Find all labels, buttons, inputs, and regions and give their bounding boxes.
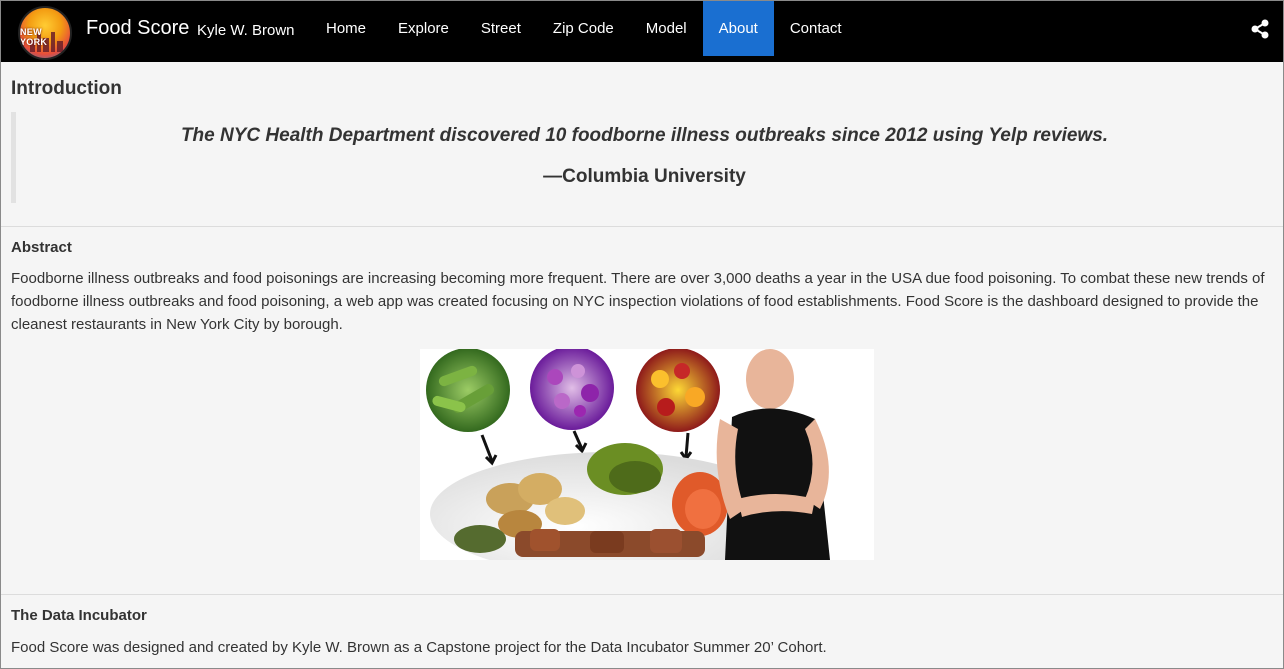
nav-home[interactable]: Home bbox=[310, 1, 382, 56]
section-divider bbox=[1, 226, 1283, 227]
purple-bacteria-icon bbox=[530, 349, 614, 430]
food-poisoning-illustration bbox=[420, 349, 874, 560]
green-bacteria-icon bbox=[426, 349, 510, 432]
navbar: NEW YORK Food Score Kyle W. Brown Home E… bbox=[1, 1, 1283, 62]
quote-source: —Columbia University bbox=[543, 166, 746, 187]
intro-quote: The NYC Health Department discovered 10 … bbox=[11, 112, 1273, 203]
brand-title[interactable]: Food Score bbox=[86, 17, 189, 40]
share-icon[interactable] bbox=[1251, 19, 1269, 39]
introduction-heading: Introduction bbox=[11, 78, 122, 99]
abstract-heading: Abstract bbox=[11, 239, 72, 256]
nav-zip-code[interactable]: Zip Code bbox=[537, 1, 630, 56]
new-york-logo[interactable]: NEW YORK bbox=[18, 6, 72, 60]
nav-model[interactable]: Model bbox=[630, 1, 703, 56]
nav-about[interactable]: About bbox=[702, 1, 774, 56]
woman-stomach-pain-figure bbox=[716, 349, 830, 560]
logo-text: NEW YORK bbox=[20, 27, 48, 47]
quote-text: The NYC Health Department discovered 10 … bbox=[180, 125, 1109, 146]
abstract-text: Foodborne illness outbreaks and food poi… bbox=[11, 270, 1265, 333]
main-nav: Home Explore Street Zip Code Model About… bbox=[310, 1, 858, 56]
nav-contact[interactable]: Contact bbox=[774, 1, 858, 56]
nav-street[interactable]: Street bbox=[465, 1, 537, 56]
data-incubator-text: Food Score was designed and created by K… bbox=[11, 639, 827, 656]
nav-explore[interactable]: Explore bbox=[382, 1, 465, 56]
section-divider bbox=[1, 594, 1283, 595]
author-name: Kyle W. Brown bbox=[197, 22, 295, 39]
data-incubator-heading: The Data Incubator bbox=[11, 607, 147, 624]
yellow-red-bacteria-icon bbox=[636, 349, 720, 432]
